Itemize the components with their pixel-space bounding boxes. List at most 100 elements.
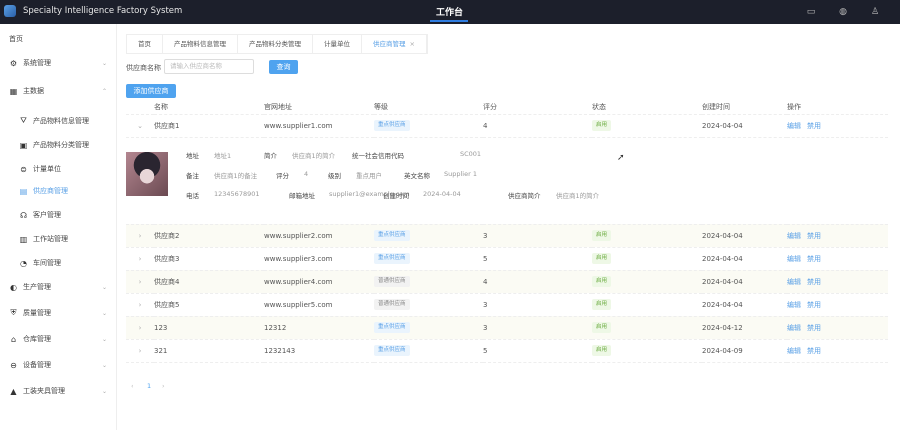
edit-link[interactable]: 编辑: [787, 232, 801, 240]
warehouse-icon: ⌂: [10, 334, 17, 344]
add-supplier-button[interactable]: 添加供应商: [126, 84, 176, 98]
created-date: 2024-04-09: [702, 339, 787, 363]
sidebar-item-label: 车间管理: [33, 259, 61, 267]
chevron-icon: ⌄: [101, 283, 107, 291]
expand-icon[interactable]: ›: [126, 339, 154, 363]
expand-icon[interactable]: ⌄: [126, 114, 154, 138]
sidebar-item-4[interactable]: ▣ 产品物料分类管理: [0, 136, 117, 154]
level-badge: 重点供应商: [374, 120, 410, 131]
disable-link[interactable]: 禁用: [807, 255, 821, 263]
supplier-name: 供应商2: [154, 224, 264, 248]
tab-1[interactable]: 产品物料信息管理: [163, 35, 238, 53]
dashboard-icon: ◔: [20, 258, 27, 268]
edit-link[interactable]: 编辑: [787, 278, 801, 286]
col-rating: 评分: [483, 100, 592, 115]
detail-remark-label: 备注: [186, 171, 199, 180]
supplier-rating: 3: [483, 293, 592, 317]
sidebar-item-1[interactable]: ⚙ 系统管理 ⌄: [0, 54, 117, 72]
sidebar-item-13[interactable]: ⊖ 设备管理 ⌄: [0, 356, 117, 374]
supplier-name: 供应商5: [154, 293, 264, 317]
disable-link[interactable]: 禁用: [807, 301, 821, 309]
supplier-rating: 3: [483, 224, 592, 248]
tab-label: 产品物料信息管理: [174, 40, 226, 48]
sidebar-item-14[interactable]: ▲ 工装夹具管理 ⌄: [0, 382, 117, 400]
level-badge: 普通供应商: [374, 299, 410, 310]
supplier-url: 1232143: [264, 339, 374, 363]
supplier-rating: 5: [483, 339, 592, 363]
supplier-url: www.supplier3.com: [264, 247, 374, 271]
expanded-detail-row: 地址 地址1 简介 供应商1的简介 统一社会信用代码 SC001 备注 供应商1的备注 评分 4 级…: [126, 137, 888, 225]
tool-icon: ▲: [10, 386, 17, 396]
supplier-url: www.supplier1.com: [264, 114, 374, 138]
supplier-rating: 4: [483, 114, 592, 138]
edit-link[interactable]: 编辑: [787, 122, 801, 130]
supplier-name: 321: [154, 339, 264, 363]
tab-2[interactable]: 产品物料分类管理: [238, 35, 313, 53]
disable-link[interactable]: 禁用: [807, 232, 821, 240]
edit-link[interactable]: 编辑: [787, 324, 801, 332]
detail-en-value: Supplier 1: [444, 169, 477, 178]
disable-link[interactable]: 禁用: [807, 122, 821, 130]
supplier-rating: 5: [483, 247, 592, 271]
disable-link[interactable]: 禁用: [807, 278, 821, 286]
sidebar-item-12[interactable]: ⌂ 仓库管理 ⌄: [0, 330, 117, 348]
close-icon[interactable]: ×: [410, 40, 415, 48]
next-page-button[interactable]: ›: [162, 382, 165, 390]
app-title: Specialty Intelligence Factory System: [23, 6, 183, 16]
detail-level-label: 级别: [328, 171, 341, 180]
tab-4[interactable]: 供应商管理 ×: [362, 35, 427, 53]
detail-address-value: 地址1: [214, 151, 232, 160]
page-1-button[interactable]: 1: [147, 382, 151, 390]
sidebar-item-10[interactable]: ◐ 生产管理 ⌄: [0, 278, 117, 296]
mouse-cursor-icon: ➚: [617, 153, 625, 163]
expand-icon[interactable]: ›: [126, 247, 154, 271]
sidebar-item-3[interactable]: ⛛ 产品物料信息管理: [0, 112, 117, 130]
sidebar-item-5[interactable]: ⊜ 计量单位: [0, 160, 117, 178]
globe-icon[interactable]: ◍: [838, 7, 848, 17]
sidebar-item-8[interactable]: ▥ 工作站管理: [0, 230, 117, 248]
expand-icon[interactable]: ›: [126, 316, 154, 340]
sidebar-item-7[interactable]: ☊ 客户管理: [0, 206, 117, 224]
detail-credit-label: 统一社会信用代码: [352, 151, 404, 160]
app-logo: [4, 5, 16, 17]
sidebar-item-label: 首页: [9, 35, 23, 43]
screen-icon[interactable]: ▭: [806, 7, 816, 17]
detail-intro-label: 简介: [264, 151, 277, 160]
edit-link[interactable]: 编辑: [787, 255, 801, 263]
user-icon[interactable]: ♙: [870, 7, 880, 17]
expand-icon[interactable]: ›: [126, 270, 154, 294]
supplier-name: 供应商4: [154, 270, 264, 294]
sidebar-item-label: 工作站管理: [33, 235, 68, 243]
edit-link[interactable]: 编辑: [787, 301, 801, 309]
sidebar-item-0[interactable]: 首页: [0, 30, 117, 48]
created-date: 2024-04-04: [702, 270, 787, 294]
query-button[interactable]: 查询: [269, 60, 298, 74]
tab-0[interactable]: 首页: [127, 35, 163, 53]
table-row: › 321 1232143 重点供应商 5 启用 2024-04-09 编辑 禁用: [126, 339, 888, 363]
supplier-name: 供应商3: [154, 247, 264, 271]
sidebar-item-label: 主数据: [23, 87, 44, 95]
expand-icon[interactable]: ›: [126, 293, 154, 317]
detail-remark-value: 供应商1的备注: [214, 171, 258, 180]
sidebar-item-2[interactable]: ▦ 主数据 ⌃: [0, 82, 117, 100]
top-bar: Specialty Intelligence Factory System 工作…: [0, 0, 900, 24]
sidebar-item-6[interactable]: ▤ 供应商管理: [0, 182, 117, 200]
col-url: 官网地址: [264, 100, 374, 115]
sidebar-item-11[interactable]: ⛨ 质量管理 ⌄: [0, 304, 117, 322]
sidebar-item-9[interactable]: ◔ 车间管理: [0, 254, 117, 272]
expand-icon[interactable]: ›: [126, 224, 154, 248]
disable-link[interactable]: 禁用: [807, 324, 821, 332]
supplier-icon: ▤: [19, 186, 28, 196]
level-badge: 重点供应商: [374, 253, 410, 264]
supplier-name-input[interactable]: 请输入供应商名称: [164, 59, 254, 74]
prev-page-button[interactable]: ‹: [131, 382, 134, 390]
sidebar-item-label: 客户管理: [33, 211, 61, 219]
edit-link[interactable]: 编辑: [787, 347, 801, 355]
disable-link[interactable]: 禁用: [807, 347, 821, 355]
status-badge: 启用: [592, 120, 612, 131]
tab-label: 供应商管理: [373, 40, 406, 48]
tab-3[interactable]: 计量单位: [313, 35, 362, 53]
workbench-tab[interactable]: 工作台: [436, 5, 463, 18]
created-date: 2024-04-04: [702, 114, 787, 138]
supplier-rating: 3: [483, 316, 592, 340]
